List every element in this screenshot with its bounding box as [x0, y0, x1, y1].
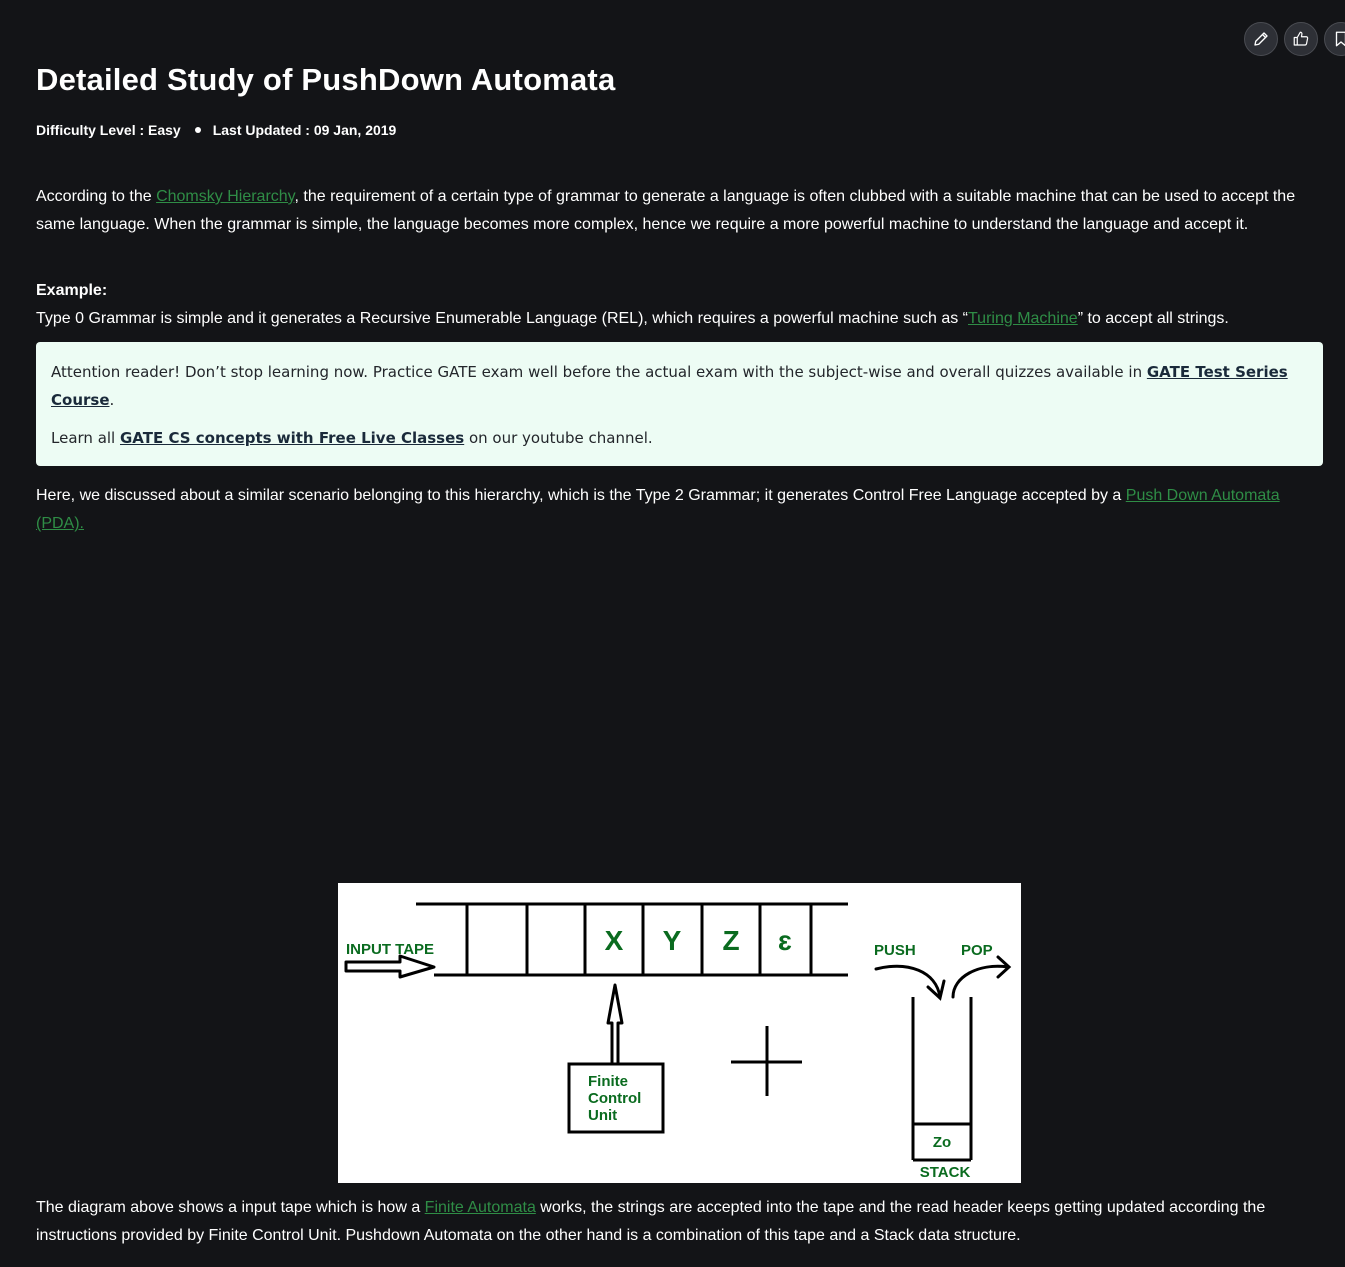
intro-text-start: According to the [36, 188, 157, 205]
page-title: Detailed Study of PushDown Automata [36, 62, 616, 97]
push-label: PUSH [874, 942, 916, 959]
stack-label: STACK [920, 1164, 971, 1181]
last-updated: Last Updated : 09 Jan, 2019 [212, 122, 397, 138]
tape-cell-x: X [605, 925, 624, 956]
callout-line-1: Attention reader! Don’t stop learning no… [51, 358, 1307, 414]
tape-cell-z: Z [722, 925, 739, 956]
input-arrow [344, 954, 436, 979]
tape-cell-epsilon: ɛ [778, 925, 792, 956]
callout-text-2-end: on our youtube channel. [464, 429, 653, 447]
diagram-explanation-paragraph: The diagram above shows a input tape whi… [36, 1194, 1326, 1250]
edit-button[interactable] [1244, 22, 1278, 56]
turing-machine-link[interactable]: Turing Machine [968, 310, 1078, 327]
callout-text-1: Attention reader! Don’t stop learning no… [51, 363, 1147, 381]
callout-text-1-end: . [109, 391, 115, 409]
example-text-start: Type 0 Grammar is simple and it generate… [36, 310, 968, 327]
intro-paragraph: According to the Chomsky Hierarchy, the … [36, 183, 1326, 239]
fcu-label-1: Finite [588, 1073, 628, 1090]
pop-arrow [951, 955, 1012, 999]
type2-paragraph: Here, we discussed about a similar scena… [36, 482, 1326, 538]
stack-item: Zo [933, 1134, 951, 1151]
type2-text: Here, we discussed about a similar scena… [36, 487, 1126, 504]
article-toolbar [1244, 22, 1345, 58]
finite-automata-link[interactable]: Finite Automata [425, 1199, 536, 1216]
gate-live-classes-link[interactable]: GATE CS concepts with Free Live Classes [120, 429, 464, 447]
pda-diagram: INPUT TAPE X Y Z ɛ Finite Control Unit P… [338, 883, 1021, 1183]
example-paragraph: Example: Type 0 Grammar is simple and it … [36, 277, 1326, 333]
pop-label: POP [961, 942, 993, 959]
chomsky-hierarchy-link[interactable]: Chomsky Hierarchy [156, 188, 294, 205]
bookmark-button[interactable] [1324, 22, 1345, 56]
thumbs-up-icon [1293, 31, 1309, 46]
article-meta: Difficulty Level : Easy Last Updated : 09… [36, 122, 396, 138]
meta-separator-dot [194, 127, 201, 134]
fcu-label-2: Control [588, 1090, 641, 1107]
input-tape-label: INPUT TAPE [346, 941, 434, 958]
plus-sign [731, 1026, 802, 1096]
tape-cell-y: Y [663, 925, 682, 956]
callout-line-2: Learn all GATE CS concepts with Free Liv… [51, 424, 1307, 452]
fcu-label-3: Unit [588, 1107, 617, 1124]
example-label: Example: [36, 282, 108, 299]
like-button[interactable] [1284, 22, 1318, 56]
read-head-arrow [606, 983, 624, 1063]
difficulty-level: Difficulty Level : Easy [36, 122, 181, 138]
push-arrow [874, 964, 946, 1001]
example-text-end: ” to accept all strings. [1077, 310, 1229, 327]
explanation-text-start: The diagram above shows a input tape whi… [36, 1199, 425, 1216]
pencil-icon [1254, 32, 1268, 46]
gate-promo-callout: Attention reader! Don’t stop learning no… [36, 342, 1323, 466]
bookmark-icon [1335, 31, 1345, 47]
callout-text-2: Learn all [51, 429, 120, 447]
